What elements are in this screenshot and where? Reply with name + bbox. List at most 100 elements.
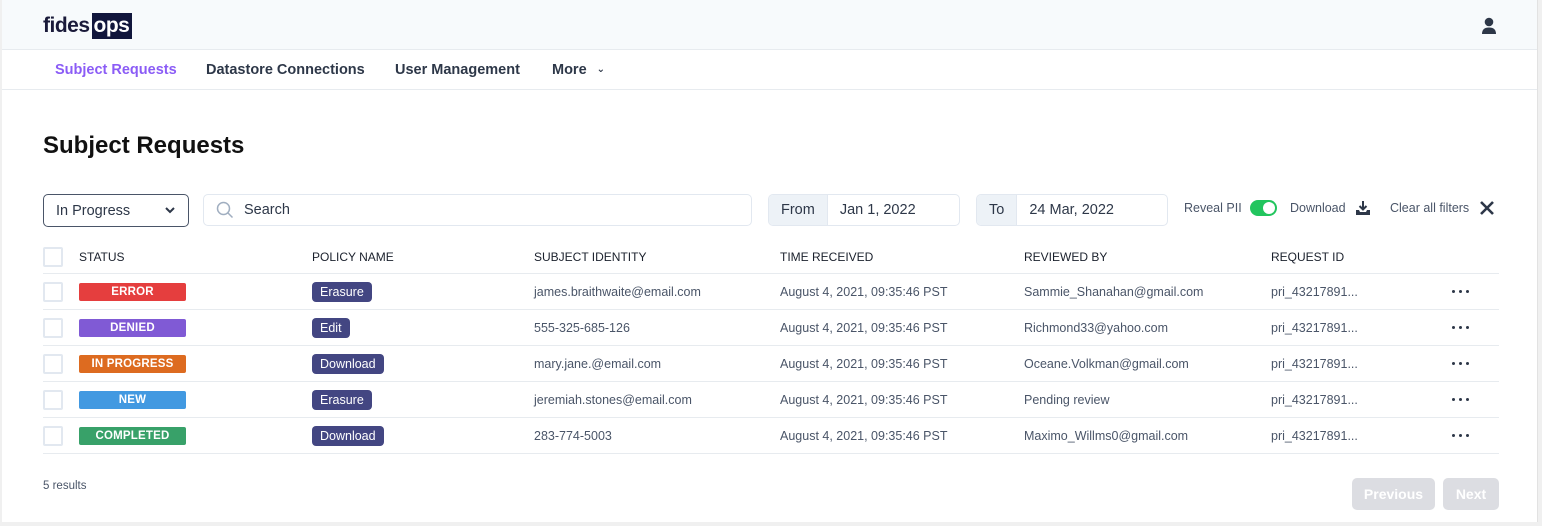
status-badge: IN PROGRESS [79,354,186,373]
status-filter-select[interactable]: In Progress [43,194,189,227]
time-received: August 4, 2021, 09:35:46 PST [780,284,948,299]
nav-label: User Management [395,62,520,78]
status-badge: DENIED [79,318,186,337]
select-all-checkbox[interactable] [43,247,63,267]
column-header-policy-name[interactable]: POLICY NAME [312,240,394,273]
subject-identity: mary.jane.@email.com [534,356,662,371]
from-date-value[interactable]: Jan 1, 2022 [827,195,916,225]
table-row[interactable]: ERROR Erasure james.braithwaite@email.co… [43,274,1499,310]
request-id: pri_43217891... [1271,284,1358,299]
user-icon[interactable] [1481,17,1497,35]
subject-identity: jeremiah.stones@email.com [534,392,692,407]
row-checkbox[interactable] [43,390,63,410]
reviewed-by: Oceane.Volkman@gmail.com [1024,356,1189,371]
status-cell: NEW [79,382,186,417]
download-icon [1355,201,1370,215]
download-button[interactable]: Download [1290,200,1371,216]
table-row[interactable]: COMPLETED Download 283-774-5003 August 4… [43,418,1499,454]
status-cell: DENIED [79,310,186,345]
policy-tag: Erasure [312,389,372,410]
more-actions-icon[interactable] [1452,418,1469,453]
reviewed-by: Pending review [1024,392,1110,407]
search-field[interactable] [203,194,752,226]
from-date-field[interactable]: From Jan 1, 2022 [768,194,960,226]
table-row[interactable]: IN PROGRESS Download mary.jane.@email.co… [43,346,1499,382]
clear-filters-button[interactable]: Clear all filters [1390,200,1495,216]
status-badge: COMPLETED [79,426,186,445]
status-cell: IN PROGRESS [79,346,186,381]
request-id: pri_43217891... [1271,356,1358,371]
more-actions-icon[interactable] [1452,346,1469,381]
to-label: To [977,195,1018,225]
row-checkbox[interactable] [43,354,63,374]
reviewed-by: Sammie_Shanahan@gmail.com [1024,284,1204,299]
chevron-down-icon [165,207,175,214]
time-received: August 4, 2021, 09:35:46 PST [780,392,948,407]
reveal-pii-control: Reveal PII [1184,200,1277,216]
policy-cell: Download [312,418,384,453]
next-button[interactable]: Next [1443,478,1499,510]
row-checkbox[interactable] [43,426,63,446]
nav-user-management[interactable]: User Management [395,62,520,78]
to-date-field[interactable]: To 24 Mar, 2022 [976,194,1168,226]
clear-filters-label: Clear all filters [1390,201,1470,215]
to-date-value[interactable]: 24 Mar, 2022 [1017,195,1114,225]
request-id: pri_43217891... [1271,320,1358,335]
logo-text-ops: ops [91,13,133,39]
subject-identity: 283-774-5003 [534,428,612,443]
nav-label: Datastore Connections [206,62,365,78]
subject-identity: 555-325-685-126 [534,320,630,335]
from-label: From [769,195,828,225]
page-title: Subject Requests [43,132,245,159]
table-header-row: STATUS POLICY NAME SUBJECT IDENTITY TIME… [43,240,1499,274]
more-actions-icon[interactable] [1452,274,1469,309]
request-id: pri_43217891... [1271,392,1358,407]
results-count: 5 results [43,480,87,492]
policy-tag: Edit [312,317,350,338]
status-badge: ERROR [79,282,186,301]
status-filter-value: In Progress [56,202,131,219]
top-bar: fides ops [2,0,1537,50]
time-received: August 4, 2021, 09:35:46 PST [780,428,948,443]
column-header-status[interactable]: STATUS [79,240,125,273]
table-row[interactable]: DENIED Edit 555-325-685-126 August 4, 20… [43,310,1499,346]
nav-label: Subject Requests [55,62,177,78]
close-icon [1480,201,1495,215]
app-frame: fides ops Subject Requests Datastore Con… [2,0,1538,522]
row-checkbox[interactable] [43,318,63,338]
more-actions-icon[interactable] [1452,310,1469,345]
status-cell: COMPLETED [79,418,186,453]
fidesops-logo[interactable]: fides ops [43,13,133,39]
column-header-reviewed-by[interactable]: REVIEWED BY [1024,240,1107,273]
more-actions-icon[interactable] [1452,382,1469,417]
subject-identity: james.braithwaite@email.com [534,284,701,299]
policy-tag: Erasure [312,281,372,302]
status-cell: ERROR [79,274,186,309]
nav-datastore-connections[interactable]: Datastore Connections [206,62,365,78]
logo-text-fides: fides [43,14,90,37]
policy-cell: Download [312,346,384,381]
previous-button[interactable]: Previous [1352,478,1435,510]
request-id: pri_43217891... [1271,428,1358,443]
status-badge: NEW [79,390,186,409]
reveal-pii-label: Reveal PII [1184,201,1242,215]
policy-tag: Download [312,353,384,374]
column-header-request-id[interactable]: REQUEST ID [1271,240,1344,273]
nav-more[interactable]: More ⌄ [552,62,605,78]
table-row[interactable]: NEW Erasure jeremiah.stones@email.com Au… [43,382,1499,418]
policy-cell: Erasure [312,274,372,309]
policy-tag: Download [312,425,384,446]
column-header-time-received[interactable]: TIME RECEIVED [780,240,873,273]
nav-subject-requests[interactable]: Subject Requests [55,62,177,78]
column-header-subject-identity[interactable]: SUBJECT IDENTITY [534,240,646,273]
time-received: August 4, 2021, 09:35:46 PST [780,320,948,335]
policy-cell: Erasure [312,382,372,417]
download-label: Download [1290,201,1346,215]
reveal-pii-toggle[interactable] [1249,200,1277,216]
search-input[interactable] [244,202,724,218]
row-checkbox[interactable] [43,282,63,302]
time-received: August 4, 2021, 09:35:46 PST [780,356,948,371]
chevron-down-icon: ⌄ [596,64,606,75]
main-nav: Subject Requests Datastore Connections U… [2,50,1537,90]
nav-label: More [552,62,587,78]
